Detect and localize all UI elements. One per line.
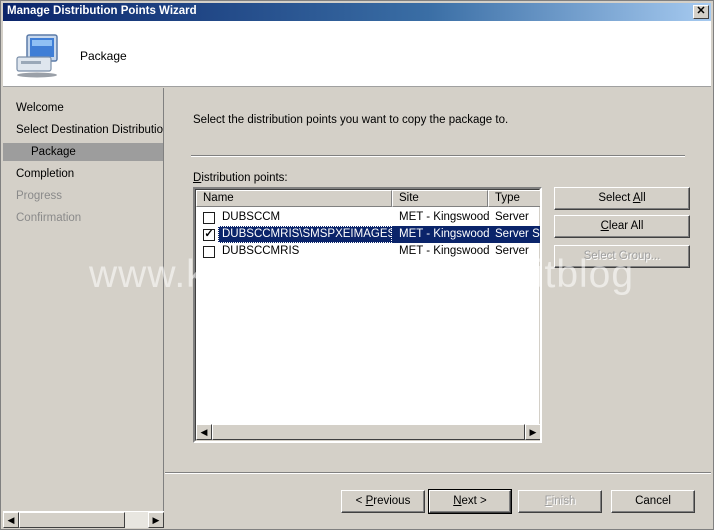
row-checkbox[interactable] xyxy=(203,246,215,258)
step-select-destination[interactable]: Select Destination Distribution P xyxy=(3,121,163,139)
select-all-button[interactable]: Select All xyxy=(554,187,690,210)
step-progress: Progress xyxy=(16,190,63,202)
row-name: DUBSCCMRIS xyxy=(222,245,300,257)
row-name: DUBSCCMRIS\SMSPXEIMAGES$ xyxy=(218,226,392,243)
list-item[interactable]: DUBSCCMRIS MET - Kingswood Server xyxy=(196,243,540,260)
wizard-steps-sidebar: Welcome Select Destination Distribution … xyxy=(3,88,164,511)
check-mark-icon: ✓ xyxy=(204,228,214,240)
page-title: Package xyxy=(80,49,127,63)
row-site: MET - Kingswood xyxy=(392,226,491,243)
scroll-right-arrow-icon[interactable]: ▶ xyxy=(525,424,540,440)
row-checkbox[interactable]: ✓ xyxy=(203,228,215,241)
cancel-button[interactable]: Cancel xyxy=(611,490,695,513)
separator-line xyxy=(191,155,685,157)
step-package[interactable]: Package xyxy=(3,143,163,161)
column-header-type[interactable]: Type xyxy=(488,190,540,207)
wizard-content: Select the distribution points you want … xyxy=(165,88,711,528)
row-type: Server xyxy=(495,211,529,223)
row-type: Server xyxy=(495,245,529,257)
next-button[interactable]: Next > xyxy=(428,489,512,514)
scroll-left-arrow-icon[interactable]: ◀ xyxy=(196,424,212,440)
step-confirmation: Confirmation xyxy=(16,212,82,224)
previous-button[interactable]: < Previous xyxy=(341,490,425,513)
instruction-text: Select the distribution points you want … xyxy=(193,114,509,126)
scrollbar-thumb[interactable] xyxy=(212,424,525,440)
list-horizontal-scrollbar[interactable]: ◀ ▶ xyxy=(196,424,540,440)
wizard-header: Package xyxy=(3,21,711,87)
list-item[interactable]: ✓ DUBSCCMRIS\SMSPXEIMAGES$ MET - Kingswo… xyxy=(196,226,540,243)
distribution-points-list[interactable]: Name Site Type DUBSCCM MET - Kingswood S… xyxy=(193,187,542,443)
sidebar-horizontal-scrollbar[interactable]: ◀ ▶ xyxy=(3,511,164,528)
column-header-site[interactable]: Site xyxy=(392,190,488,207)
clear-all-button[interactable]: Clear All xyxy=(554,215,690,238)
title-bar[interactable]: Manage Distribution Points Wizard ✕ xyxy=(3,3,711,21)
finish-button[interactable]: Finish xyxy=(518,490,602,513)
select-group-button[interactable]: Select Group... xyxy=(554,245,690,268)
row-checkbox[interactable] xyxy=(203,212,215,224)
list-item[interactable]: DUBSCCM MET - Kingswood Server xyxy=(196,209,540,226)
distribution-points-label: Distribution points: xyxy=(193,172,288,184)
scroll-right-arrow-icon[interactable]: ▶ xyxy=(148,512,164,528)
row-name: DUBSCCM xyxy=(222,211,281,223)
step-completion[interactable]: Completion xyxy=(3,165,163,183)
computer-icon xyxy=(16,34,58,78)
row-site: MET - Kingswood xyxy=(399,211,490,223)
step-welcome[interactable]: Welcome xyxy=(3,99,163,117)
close-button[interactable]: ✕ xyxy=(693,5,709,19)
wizard-window: Manage Distribution Points Wizard ✕ Pack… xyxy=(0,0,714,530)
footer-separator xyxy=(165,472,711,474)
scroll-left-arrow-icon[interactable]: ◀ xyxy=(3,512,19,528)
scrollbar-thumb[interactable] xyxy=(19,512,125,528)
row-type: Server Sh xyxy=(491,226,540,243)
row-site: MET - Kingswood xyxy=(399,245,490,257)
column-header-name[interactable]: Name xyxy=(196,190,392,207)
window-title: Manage Distribution Points Wizard xyxy=(7,5,197,17)
